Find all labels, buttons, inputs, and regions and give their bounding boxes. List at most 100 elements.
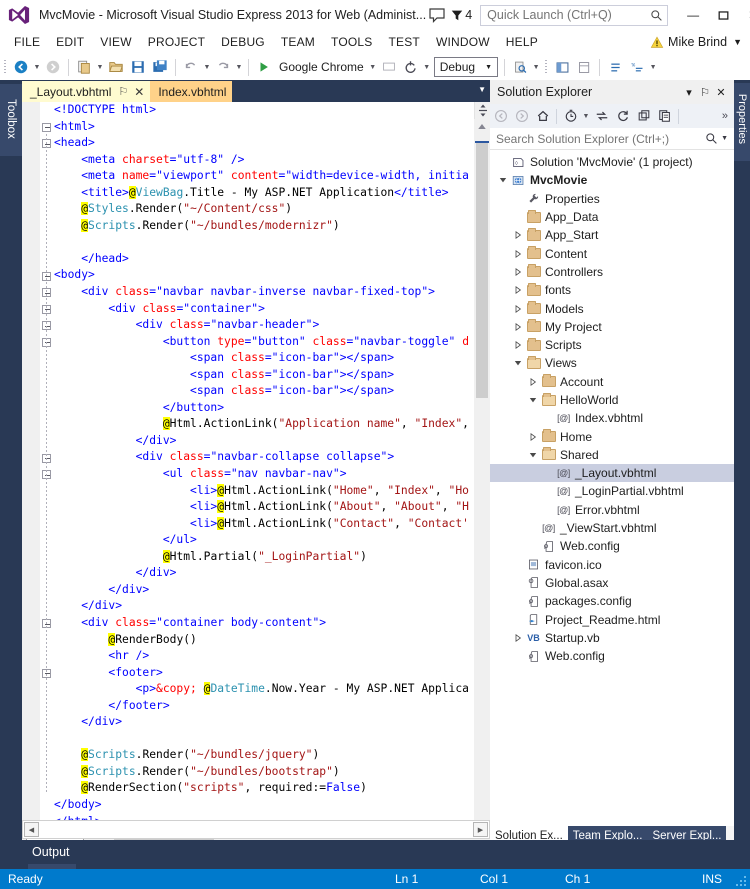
quick-launch-box[interactable] [480, 4, 669, 26]
tree-item-packages-config[interactable]: packages.config [490, 592, 734, 610]
collapse-arrow-icon[interactable] [526, 396, 540, 404]
menu-tools[interactable]: TOOLS [323, 32, 380, 52]
tree-item-models[interactable]: Models [490, 299, 734, 317]
menu-help[interactable]: HELP [498, 32, 546, 52]
close-button[interactable]: ✕ [738, 1, 750, 29]
navigate-forward-icon[interactable] [42, 56, 64, 78]
tree-item-mvcmovie[interactable]: MvcMovie [490, 171, 734, 189]
menu-project[interactable]: PROJECT [140, 32, 213, 52]
undo-chevron-down-icon[interactable]: ▼ [202, 64, 212, 71]
collapse-all-icon[interactable] [633, 106, 654, 127]
tree-item-viewstart-vbhtml[interactable]: [@] _ViewStart.vbhtml [490, 519, 734, 537]
tree-item-favicon-ico[interactable]: favicon.ico [490, 556, 734, 574]
code-content[interactable]: <!DOCTYPE html> <html> <head> <meta charse… [54, 102, 480, 824]
tree-item-layout-vbhtml[interactable]: [@] _Layout.vbhtml [490, 464, 734, 483]
outlining-margin[interactable] [40, 102, 54, 824]
tree-item-my-project[interactable]: My Project [490, 318, 734, 336]
refresh-icon[interactable] [400, 56, 422, 78]
expand-arrow-icon[interactable] [526, 377, 540, 386]
feedback-icon[interactable] [426, 4, 448, 26]
output-label[interactable]: Output [32, 845, 70, 859]
save-all-icon[interactable] [149, 56, 171, 78]
tree-item-web-config[interactable]: Web.config [490, 647, 734, 665]
tree-item-fonts[interactable]: fonts [490, 281, 734, 299]
tree-item-properties[interactable]: Properties [490, 190, 734, 208]
show-all-files-icon[interactable] [654, 106, 675, 127]
tree-item-content[interactable]: Content [490, 244, 734, 262]
tree-item-account[interactable]: Account [490, 373, 734, 391]
tree-item-index-vbhtml[interactable]: [@] Index.vbhtml [490, 409, 734, 427]
vertical-scroll-thumb[interactable] [476, 143, 488, 398]
user-account-area[interactable]: Mike Brind ▼ [650, 35, 742, 49]
editor-tab-layout[interactable]: _Layout.vbhtml ⚐ ✕ [22, 81, 151, 102]
comment-lines-icon[interactable] [604, 56, 626, 78]
tree-item-project-readme-html[interactable]: Project_Readme.html [490, 610, 734, 628]
menu-test[interactable]: TEST [380, 32, 427, 52]
user-menu-chevron-down-icon[interactable]: ▼ [733, 37, 742, 47]
editor-vertical-scrollbar[interactable] [474, 119, 490, 824]
resize-grip[interactable] [735, 875, 747, 887]
save-icon[interactable] [127, 56, 149, 78]
refresh-chevron-down-icon[interactable]: ▼ [422, 64, 432, 71]
toolbar-overflow-chevron-down-icon[interactable]: ▼ [648, 64, 658, 71]
tree-item-app-data[interactable]: App_Data [490, 208, 734, 226]
menu-window[interactable]: WINDOW [428, 32, 498, 52]
run-target-chevron-down-icon[interactable]: ▼ [368, 64, 378, 71]
forward-icon[interactable] [511, 106, 532, 127]
redo-icon[interactable] [212, 56, 234, 78]
editor-tab-index[interactable]: Index.vbhtml [150, 81, 233, 102]
back-icon[interactable] [490, 106, 511, 127]
menu-edit[interactable]: EDIT [48, 32, 92, 52]
toolbar-grip-2[interactable] [543, 58, 551, 76]
search-solution-input[interactable] [496, 131, 706, 146]
collapse-arrow-icon[interactable] [496, 176, 510, 184]
undo-icon[interactable] [180, 56, 202, 78]
sync-icon[interactable] [591, 106, 612, 127]
refresh-icon[interactable] [612, 106, 633, 127]
solution-tree[interactable]: ◊ Solution 'MvcMovie' (1 project) MvcMovie… [490, 150, 734, 826]
expand-arrow-icon[interactable] [511, 633, 525, 642]
menu-team[interactable]: TEAM [273, 32, 323, 52]
menu-debug[interactable]: DEBUG [213, 32, 273, 52]
toolbar-grip[interactable] [2, 58, 10, 76]
start-debug-icon[interactable] [253, 56, 275, 78]
run-target-label[interactable]: Google Chrome [279, 60, 364, 74]
tree-item-web-config[interactable]: Web.config [490, 537, 734, 555]
tree-item-helloworld[interactable]: HelloWorld [490, 391, 734, 409]
new-item-chevron-down-icon[interactable]: ▼ [95, 64, 105, 71]
outline-collapse-icon[interactable] [42, 122, 51, 132]
menu-file[interactable]: FILE [6, 32, 48, 52]
find-in-files-icon[interactable] [509, 56, 531, 78]
pin-tab-icon[interactable]: ⚐ [118, 85, 128, 98]
expand-arrow-icon[interactable] [511, 231, 525, 240]
toolbox-tab[interactable]: Toolbox [0, 84, 22, 156]
tree-item-loginpartial-vbhtml[interactable]: [@] _LoginPartial.vbhtml [490, 482, 734, 500]
close-pane-icon[interactable]: ✕ [713, 86, 729, 99]
expand-arrow-icon[interactable] [511, 249, 525, 258]
expand-arrow-icon[interactable] [511, 322, 525, 331]
tree-item-scripts[interactable]: Scripts [490, 336, 734, 354]
properties-window-icon[interactable] [573, 56, 595, 78]
config-chevron-down-icon[interactable]: ▼ [485, 64, 492, 71]
redo-chevron-down-icon[interactable]: ▼ [234, 64, 244, 71]
maximize-button[interactable] [708, 1, 738, 29]
pin-pane-icon[interactable]: ⚐ [697, 86, 713, 99]
solution-configuration-dropdown[interactable]: Debug ▼ [433, 57, 499, 77]
browse-with-icon[interactable] [378, 56, 400, 78]
expand-arrow-icon[interactable] [511, 304, 525, 313]
menu-view[interactable]: VIEW [92, 32, 139, 52]
tree-item-startup-vb[interactable]: VB Startup.vb [490, 629, 734, 647]
expand-arrow-icon[interactable] [511, 341, 525, 350]
navigate-back-icon[interactable] [10, 56, 32, 78]
minimize-button[interactable]: — [678, 1, 708, 29]
outer-scroll-left-icon[interactable]: ◀ [24, 822, 39, 837]
tree-item-error-vbhtml[interactable]: [@] Error.vbhtml [490, 501, 734, 519]
active-files-chevron-down-icon[interactable]: ▼ [478, 85, 486, 94]
scroll-up-icon[interactable] [474, 119, 490, 134]
open-file-icon[interactable] [105, 56, 127, 78]
expand-arrow-icon[interactable] [526, 432, 540, 441]
pending-changes-chevron-down-icon[interactable]: ▼ [581, 113, 591, 120]
tree-item-views[interactable]: Views [490, 354, 734, 372]
home-icon[interactable] [532, 106, 553, 127]
collapse-arrow-icon[interactable] [526, 451, 540, 459]
